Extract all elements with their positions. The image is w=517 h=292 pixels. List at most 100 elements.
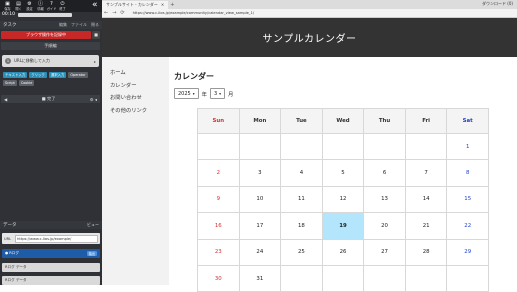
nav-other-links[interactable]: その他のリンク	[110, 105, 169, 118]
weekday-header: Thu	[363, 108, 406, 134]
back-icon[interactable]: ←	[104, 10, 108, 16]
toolbar-exit-button[interactable]: ⏻ 終了	[57, 1, 68, 11]
calendar-day-cell[interactable]: 23	[197, 238, 240, 266]
reload-icon[interactable]: ⟳	[120, 10, 124, 16]
calendar-day-cell[interactable]: 7	[404, 159, 448, 187]
month-select[interactable]: 3 ▾	[209, 88, 226, 99]
calendar-day-cell[interactable]: 4	[280, 159, 323, 187]
calendar-day-cell[interactable]: 12	[321, 185, 365, 214]
calendar-day-cell[interactable]: 13	[363, 185, 406, 214]
chevron-left-icon[interactable]: ◀	[4, 97, 7, 102]
calendar-day-cell	[363, 132, 406, 161]
record-button[interactable]: ブラウザ操作を記録中	[1, 31, 91, 39]
chip-click[interactable]: クリック	[29, 72, 47, 78]
year-select[interactable]: 2025 ▾	[174, 88, 199, 99]
calendar-day-cell[interactable]: 18	[280, 212, 323, 240]
calendar-week-row: 2345678	[197, 159, 489, 187]
calendar-day-cell[interactable]: 21	[404, 212, 448, 240]
calendar-day-cell[interactable]: 30	[197, 264, 240, 292]
calendar-day-cell[interactable]: 14	[404, 185, 448, 214]
url-row-value[interactable]: https://www.c-lios.jp/example/	[15, 234, 98, 243]
calendar-day-cell[interactable]: 10	[238, 185, 282, 214]
calendar-day-cell[interactable]: 2	[197, 159, 240, 187]
month-unit: 月	[228, 91, 234, 98]
toolbar-save-button[interactable]: ▣ 保存	[2, 1, 13, 11]
record-label: ブラウザ操作を記録中	[26, 32, 66, 37]
task-title: タスク	[3, 23, 17, 28]
nav-calendar[interactable]: カレンダー	[110, 80, 169, 93]
toolbar-settings-button[interactable]: ⚙ 設定	[24, 1, 35, 11]
data-header: データ ビュー	[0, 221, 102, 229]
progress-bar	[18, 13, 72, 17]
action-chips: テキスト入力 クリック 選択入力 Operator Script Cookie	[3, 72, 99, 86]
panel-toolbar: ▣ 保存 ▤ 開く ⚙ 設定 ⓘ 情報 ? ガイド ⏻ 終了	[0, 0, 102, 12]
calendar-day-cell[interactable]: 20	[363, 212, 406, 240]
stop-button[interactable]: ■	[92, 31, 100, 39]
gear-icon[interactable]: ⚙ ◂	[90, 97, 97, 102]
calendar-day-cell[interactable]: 24	[238, 238, 282, 266]
new-tab-button[interactable]: +	[170, 1, 174, 9]
toolbar-guide-button[interactable]: ? ガイド	[46, 1, 57, 11]
data-row[interactable]: ● Rログ 抽出	[2, 249, 100, 258]
calendar-day-cell[interactable]: 27	[363, 238, 406, 266]
calendar-day-cell[interactable]: 3	[238, 159, 282, 187]
calendar-day-cell	[280, 132, 323, 161]
chip-text-input[interactable]: テキスト入力	[3, 72, 28, 78]
view-button[interactable]: ビュー	[87, 222, 99, 228]
calendar-day-cell[interactable]: 26	[321, 238, 365, 266]
data-row-label: Rログ データ	[5, 265, 27, 269]
url-row: URL https://www.c-lios.jp/example/	[2, 233, 100, 244]
download-indicator[interactable]: ダウンロード (0)	[482, 0, 513, 8]
calendar-week-row: 1	[197, 132, 489, 161]
data-row[interactable]: Rログ データ	[2, 263, 100, 272]
toolbar-open-button[interactable]: ▤ 開く	[13, 1, 24, 11]
calendar-day-cell[interactable]: 9	[197, 185, 240, 214]
chevron-down-icon: ▾	[192, 91, 195, 96]
calendar-day-cell[interactable]: 5	[321, 159, 365, 187]
weekday-header: Tue	[280, 108, 323, 134]
toolbar-info-button[interactable]: ⓘ 情報	[35, 1, 46, 11]
browser-tab[interactable]: サンプルサイト - カレンダー ×	[102, 1, 169, 9]
calendar-day-cell[interactable]: 28	[404, 238, 448, 266]
close-icon[interactable]: ×	[161, 1, 164, 9]
weekday-header: Sat	[446, 108, 489, 134]
step-card[interactable]: 1 URLに移動して入力 ▸	[2, 55, 99, 67]
chip-select-input[interactable]: 選択入力	[48, 72, 67, 78]
complete-header: ◀ ■ 完了 ⚙ ◂	[1, 95, 100, 103]
nav-home[interactable]: ホーム	[110, 67, 169, 80]
calendar-day-cell[interactable]: 19	[321, 212, 365, 240]
chevron-right-icon: ▸	[93, 58, 96, 64]
calendar-day-cell[interactable]: 31	[238, 264, 282, 292]
site-banner: サンプルカレンダー	[102, 18, 517, 57]
task-edit-button[interactable]: 編集	[59, 22, 67, 28]
calendar-day-cell[interactable]: 8	[446, 159, 489, 187]
url-field[interactable]: https://www.c-lios.jp/example/community/…	[133, 11, 255, 15]
calendar-day-cell[interactable]: 1	[446, 132, 489, 161]
calendar-day-cell[interactable]: 17	[238, 212, 282, 240]
calendar-day-cell[interactable]: 16	[197, 212, 240, 240]
year-value: 2025	[178, 90, 191, 97]
calendar-heading: カレンダー	[174, 72, 214, 81]
data-row[interactable]: Rログ データ	[2, 276, 100, 285]
calendar-week-row: 16 17 18 19 20 21 22	[197, 212, 489, 240]
chip-cookie[interactable]: Cookie	[18, 80, 35, 86]
site-sidebar: ホーム カレンダー お問い合わせ その他のリンク	[102, 57, 169, 285]
chip-script[interactable]: Script	[3, 80, 17, 86]
task-file-button[interactable]: ファイル	[71, 22, 87, 28]
calendar-day-cell[interactable]: 15	[446, 185, 489, 214]
calendar-day-cell[interactable]: 11	[280, 185, 323, 214]
weekday-header: Wed	[321, 108, 365, 134]
calendar-day-cell[interactable]: 22	[446, 212, 489, 240]
nav-contact[interactable]: お問い合わせ	[110, 92, 169, 105]
calendar-day-cell[interactable]: 6	[363, 159, 406, 187]
forward-icon[interactable]: →	[112, 10, 116, 16]
task-close-button[interactable]: 閉る	[91, 22, 99, 28]
chevron-down-icon: ▾	[219, 91, 222, 96]
year-unit: 年	[201, 91, 207, 98]
calendar-day-cell[interactable]: 25	[280, 238, 323, 266]
calendar-day-cell[interactable]: 29	[446, 238, 489, 266]
chip-operator[interactable]: Operator	[68, 72, 88, 78]
calendar-weekday-row: Sun Mon Tue Wed Thu Fri Sat	[197, 108, 489, 134]
collapse-panel-button[interactable]: «	[92, 1, 98, 10]
complete-label: ■ 完了	[41, 96, 56, 101]
